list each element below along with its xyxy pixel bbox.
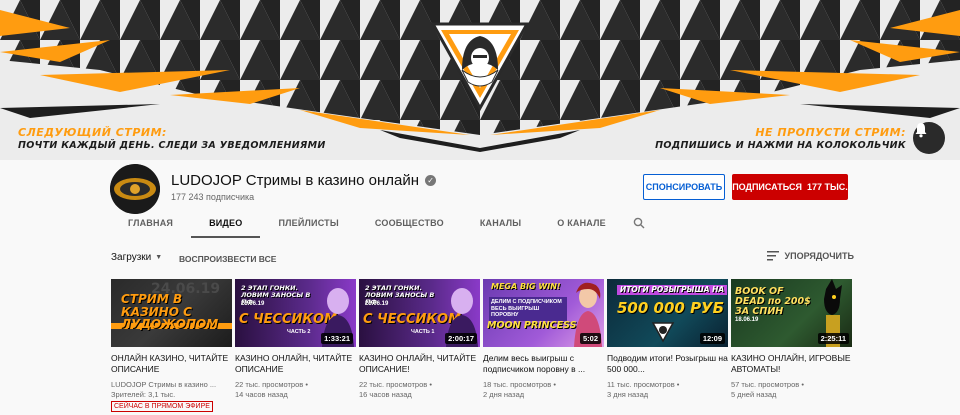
channel-link[interactable]: LUDOJOP Стримы в казино ... xyxy=(111,380,232,390)
video-card[interactable]: MEGA BIG WIN! ДЕЛИМ С ПОДПИСЧИКОМ ВЕСЬ В… xyxy=(483,279,604,412)
next-stream-subtext: ПОЧТИ КАЖДЫЙ ДЕНЬ. СЛЕДИ ЗА УВЕДОМЛЕНИЯМ… xyxy=(18,140,326,151)
chevron-down-icon: ▼ xyxy=(155,254,163,261)
sort-label: УПОРЯДОЧИТЬ xyxy=(784,251,855,261)
video-title[interactable]: Подводим итоги! Розыгрыш на 500 000... xyxy=(607,353,728,374)
video-thumbnail[interactable]: 2 ЭТАП ГОНКИ. ЛОВИМ ЗАНОСЫ В ПФ 23.06.19… xyxy=(235,279,356,347)
video-grid: 24.06.19 СТРИМ В КАЗИНО С ЛУДОЖОПОМ ОНЛА… xyxy=(111,279,852,412)
video-meta: 22 тыс. просмотров • 16 часов назад xyxy=(359,380,480,400)
view-count: 18 тыс. просмотров • xyxy=(483,380,556,389)
thumbnail-top-text: MEGA BIG WIN! xyxy=(491,282,561,291)
video-duration: 5:02 xyxy=(579,333,601,344)
view-count: 22 тыс. просмотров • xyxy=(235,380,308,389)
video-thumbnail[interactable]: MEGA BIG WIN! ДЕЛИМ С ПОДПИСЧИКОМ ВЕСЬ В… xyxy=(483,279,604,347)
next-stream-info: СЛЕДУЮЩИЙ СТРИМ: ПОЧТИ КАЖДЫЙ ДЕНЬ. СЛЕД… xyxy=(18,126,326,152)
video-meta: 57 тыс. просмотров • 5 дней назад xyxy=(731,380,852,400)
video-thumbnail[interactable]: BOOK OF DEAD по 200$ ЗА СПИН 18.06.19 2:… xyxy=(731,279,852,347)
thumbnail-date: 23.06.19 xyxy=(365,301,389,307)
video-meta: LUDOJOP Стримы в казино ... Зрителей: 3,… xyxy=(111,380,232,412)
subscribe-count: 177 ТЫС. xyxy=(806,182,848,192)
subscribe-reminder-heading: НЕ ПРОПУСТИ СТРИМ: xyxy=(755,126,906,139)
channel-avatar[interactable] xyxy=(110,164,160,214)
uploads-label: Загрузки xyxy=(111,252,152,263)
upload-time: 2 дня назад xyxy=(483,390,525,399)
video-card[interactable]: BOOK OF DEAD по 200$ ЗА СПИН 18.06.19 2:… xyxy=(731,279,852,412)
channel-banner: СЛЕДУЮЩИЙ СТРИМ: ПОЧТИ КАЖДЫЙ ДЕНЬ. СЛЕД… xyxy=(0,0,960,160)
view-count: 22 тыс. просмотров • xyxy=(359,380,432,389)
upload-time: 14 часов назад xyxy=(235,390,288,399)
video-title[interactable]: Делим весь выигрыш с подписчиком поровну… xyxy=(483,353,604,374)
video-meta: 11 тыс. просмотров • 3 дня назад xyxy=(607,380,728,400)
thumbnail-text: MOON PRINCESS xyxy=(487,320,577,331)
thumbnail-text: СТРИМ В КАЗИНО С ЛУДОЖОПОМ xyxy=(121,292,219,332)
viewer-count: Зрителей: 3,1 тыс. xyxy=(111,390,176,399)
channel-name: LUDOJOP Стримы в казино онлайн ✓ xyxy=(171,172,437,189)
view-count: 11 тыс. просмотров • xyxy=(607,380,680,389)
thumbnail-part: ЧАСТЬ 2 xyxy=(287,329,311,335)
subscribe-reminder: НЕ ПРОПУСТИ СТРИМ: ПОДПИШИСЬ И НАЖМИ НА … xyxy=(655,126,906,152)
subscriber-count: 177 243 подписчика xyxy=(171,192,255,202)
video-card[interactable]: 24.06.19 СТРИМ В КАЗИНО С ЛУДОЖОПОМ ОНЛА… xyxy=(111,279,232,412)
thumbnail-date: 23.06.19 xyxy=(241,301,265,307)
uploads-dropdown[interactable]: Загрузки ▼ xyxy=(111,252,162,263)
sort-icon xyxy=(766,251,779,261)
video-meta: 18 тыс. просмотров • 2 дня назад xyxy=(483,380,604,400)
live-badge: СЕЙЧАС В ПРЯМОМ ЭФИРЕ xyxy=(111,401,213,412)
bell-icon xyxy=(913,122,945,154)
next-stream-heading: СЛЕДУЮЩИЙ СТРИМ: xyxy=(18,126,167,139)
upload-time: 3 дня назад xyxy=(607,390,649,399)
video-card[interactable]: ИТОГИ РОЗЫГРЫША НА 500 000 РУБ 12:09 Под… xyxy=(607,279,728,412)
channel-header: LUDOJOP Стримы в казино онлайн ✓ 177 243… xyxy=(0,160,960,238)
video-thumbnail[interactable]: 24.06.19 СТРИМ В КАЗИНО С ЛУДОЖОПОМ xyxy=(111,279,232,347)
thumbnail-top-text: ИТОГИ РОЗЫГРЫША НА xyxy=(617,285,728,295)
video-title[interactable]: КАЗИНО ОНЛАЙН, ЧИТАЙТЕ ОПИСАНИЕ xyxy=(235,353,356,374)
video-thumbnail[interactable]: ИТОГИ РОЗЫГРЫША НА 500 000 РУБ 12:09 xyxy=(607,279,728,347)
thumbnail-text: BOOK OF DEAD по 200$ ЗА СПИН xyxy=(735,286,811,317)
video-meta: 22 тыс. просмотров • 14 часов назад xyxy=(235,380,356,400)
video-card[interactable]: 2 ЭТАП ГОНКИ. ЛОВИМ ЗАНОСЫ В ПФ 23.06.19… xyxy=(235,279,356,412)
play-all-link[interactable]: ВОСПРОИЗВЕСТИ ВСЕ xyxy=(179,254,276,264)
subscribe-reminder-subtext: ПОДПИШИСЬ И НАЖМИ НА КОЛОКОЛЬЧИК xyxy=(655,140,906,151)
video-card[interactable]: 2 ЭТАП ГОНКИ. ЛОВИМ ЗАНОСЫ В ПФ 23.06.19… xyxy=(359,279,480,412)
view-count: 57 тыс. просмотров • xyxy=(731,380,804,389)
thumbnail-mid-text: ДЕЛИМ С ПОДПИСЧИКОМ ВЕСЬ ВЫИГРЫШ ПОРОВНУ xyxy=(489,297,567,321)
thumbnail-date: 18.06.19 xyxy=(735,317,759,323)
subscribe-button[interactable]: ПОДПИСАТЬСЯ 177 ТЫС. xyxy=(732,174,848,200)
subscribe-label: ПОДПИСАТЬСЯ xyxy=(732,182,802,192)
video-duration: 1:33:21 xyxy=(321,333,353,344)
thumbnail-text: 500 000 РУБ xyxy=(617,299,725,317)
video-duration: 12:09 xyxy=(699,333,725,344)
video-title[interactable]: КАЗИНО ОНЛАЙН, ИГРОВЫЕ АВТОМАТЫ! xyxy=(731,353,852,374)
channel-name-text: LUDOJOP Стримы в казино онлайн xyxy=(171,172,420,189)
upload-time: 16 часов назад xyxy=(359,390,412,399)
thumbnail-part: ЧАСТЬ 1 xyxy=(411,329,435,335)
upload-time: 5 дней назад xyxy=(731,390,777,399)
channel-tabs: ГЛАВНАЯ ВИДЕО ПЛЕЙЛИСТЫ СООБЩЕСТВО КАНАЛ… xyxy=(110,208,654,238)
video-thumbnail[interactable]: 2 ЭТАП ГОНКИ. ЛОВИМ ЗАНОСЫ В ПФ 23.06.19… xyxy=(359,279,480,347)
sponsor-button[interactable]: СПОНСИРОВАТЬ xyxy=(643,174,725,200)
video-duration: 2:25:11 xyxy=(817,333,849,344)
tab-playlists[interactable]: ПЛЕЙЛИСТЫ xyxy=(260,208,356,238)
video-title[interactable]: ОНЛАЙН КАЗИНО, ЧИТАЙТЕ ОПИСАНИЕ xyxy=(111,353,232,374)
video-title[interactable]: КАЗИНО ОНЛАЙН, ЧИТАЙТЕ ОПИСАНИЕ! xyxy=(359,353,480,374)
search-icon[interactable] xyxy=(624,208,654,238)
verified-icon: ✓ xyxy=(425,175,437,186)
tab-channels[interactable]: КАНАЛЫ xyxy=(462,208,539,238)
video-duration: 2:00:17 xyxy=(445,333,477,344)
tab-home[interactable]: ГЛАВНАЯ xyxy=(110,208,191,238)
tab-community[interactable]: СООБЩЕСТВО xyxy=(357,208,462,238)
videos-section: Загрузки ▼ ВОСПРОИЗВЕСТИ ВСЕ УПОРЯДОЧИТЬ… xyxy=(0,238,960,415)
tab-about[interactable]: О КАНАЛЕ xyxy=(539,208,624,238)
tab-videos[interactable]: ВИДЕО xyxy=(191,208,261,238)
sort-button[interactable]: УПОРЯДОЧИТЬ xyxy=(766,251,855,261)
